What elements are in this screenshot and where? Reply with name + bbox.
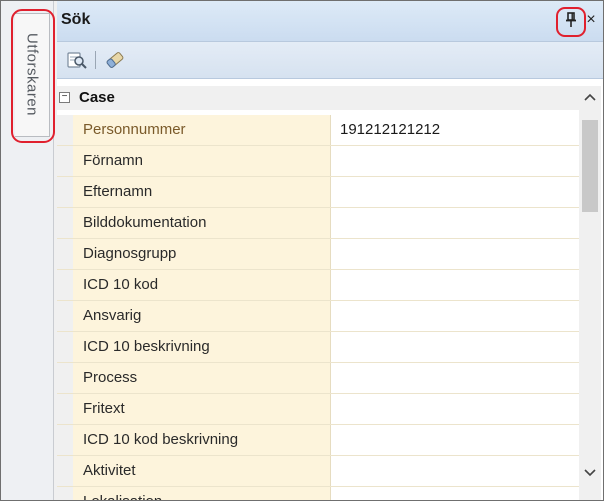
scroll-down-arrow[interactable]: [579, 464, 601, 482]
row-gutter: [57, 332, 73, 362]
property-name: Lokalisation: [73, 487, 331, 500]
property-row[interactable]: Bilddokumentation: [57, 208, 579, 239]
row-gutter: [57, 146, 73, 176]
property-row[interactable]: Diagnosgrupp: [57, 239, 579, 270]
chevron-up-icon: [584, 93, 596, 101]
row-gutter: [57, 456, 73, 486]
property-row[interactable]: Personnummer 191212121212: [57, 115, 579, 146]
category-label: Case: [79, 89, 115, 106]
property-row[interactable]: Fritext: [57, 394, 579, 425]
clear-button[interactable]: [103, 49, 127, 71]
row-gutter: [57, 487, 73, 500]
property-row[interactable]: Lokalisation: [57, 487, 579, 500]
window-frame: Utforskaren Sök × − Case Personnummer 19…: [0, 0, 604, 501]
property-name: Diagnosgrupp: [73, 239, 331, 269]
property-name: Personnummer: [73, 115, 331, 145]
row-gutter: [57, 394, 73, 424]
property-row[interactable]: Förnamn: [57, 146, 579, 177]
property-name: Fritext: [73, 394, 331, 424]
property-value-field[interactable]: 191212121212: [332, 115, 579, 145]
property-value-field[interactable]: [332, 456, 579, 486]
property-value-field[interactable]: [332, 394, 579, 424]
property-value-field[interactable]: [332, 332, 579, 362]
property-value-field[interactable]: [332, 487, 579, 500]
eraser-icon: [106, 52, 124, 68]
property-name: Process: [73, 363, 331, 393]
row-gutter: [57, 363, 73, 393]
property-row[interactable]: Process: [57, 363, 579, 394]
scroll-up-arrow[interactable]: [579, 88, 601, 106]
row-gutter: [57, 301, 73, 331]
property-value-field[interactable]: [332, 363, 579, 393]
panel-titlebar: Sök ×: [57, 1, 603, 42]
property-value-field[interactable]: [332, 301, 579, 331]
property-row[interactable]: ICD 10 kod: [57, 270, 579, 301]
collapse-toggle[interactable]: −: [59, 92, 70, 103]
property-row[interactable]: ICD 10 beskrivning: [57, 332, 579, 363]
category-row-case[interactable]: − Case: [57, 86, 579, 110]
vertical-scrollbar[interactable]: [579, 86, 601, 500]
property-row[interactable]: ICD 10 kod beskrivning: [57, 425, 579, 456]
search-icon: [67, 52, 87, 69]
search-panel: Sök × − Case Personnummer 191212121212 F…: [57, 1, 603, 500]
search-button[interactable]: [65, 49, 89, 71]
property-value-field[interactable]: [332, 208, 579, 238]
row-gutter: [57, 239, 73, 269]
property-rows: Personnummer 191212121212 Förnamn Efternamn…: [57, 115, 579, 500]
property-grid: − Case Personnummer 191212121212 Förnamn Ef…: [57, 86, 579, 500]
row-gutter: [57, 208, 73, 238]
property-row[interactable]: Aktivitet: [57, 456, 579, 487]
property-value-field[interactable]: [332, 239, 579, 269]
row-gutter: [57, 270, 73, 300]
property-value-field[interactable]: [332, 270, 579, 300]
toolbar-separator: [95, 51, 96, 69]
property-value-field[interactable]: [332, 425, 579, 455]
property-name: Bilddokumentation: [73, 208, 331, 238]
property-name: ICD 10 beskrivning: [73, 332, 331, 362]
property-value-field[interactable]: [332, 146, 579, 176]
side-tab-strip: Utforskaren: [1, 1, 55, 500]
property-name: Aktivitet: [73, 456, 331, 486]
property-row[interactable]: Efternamn: [57, 177, 579, 208]
close-icon: ×: [586, 11, 596, 28]
property-name: Ansvarig: [73, 301, 331, 331]
property-name: Efternamn: [73, 177, 331, 207]
row-gutter: [57, 177, 73, 207]
chevron-down-icon: [584, 469, 596, 477]
highlight-ring-pin: [556, 7, 586, 37]
property-name: ICD 10 kod beskrivning: [73, 425, 331, 455]
scroll-thumb[interactable]: [582, 120, 598, 212]
property-value-field[interactable]: [332, 177, 579, 207]
row-gutter: [57, 115, 73, 145]
property-row[interactable]: Ansvarig: [57, 301, 579, 332]
panel-toolbar: [57, 42, 603, 79]
property-name: Förnamn: [73, 146, 331, 176]
highlight-ring-side-tab: [11, 9, 55, 143]
row-gutter: [57, 425, 73, 455]
panel-title: Sök: [61, 11, 91, 28]
property-name: ICD 10 kod: [73, 270, 331, 300]
